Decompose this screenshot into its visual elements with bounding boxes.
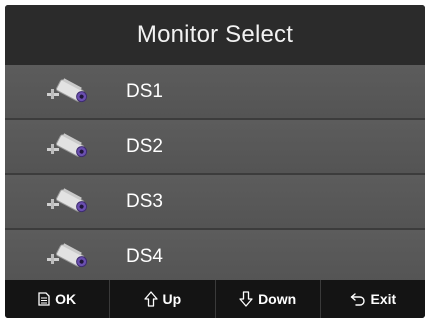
camera-icon (45, 187, 95, 217)
monitor-list: DS1 DS2 DS3 DS4 (5, 65, 425, 283)
monitor-item-ds1[interactable]: DS1 (5, 65, 425, 120)
exit-button[interactable]: Exit (321, 280, 425, 318)
monitor-item-ds3[interactable]: DS3 (5, 175, 425, 230)
down-label: Down (258, 291, 297, 307)
arrow-down-icon (239, 291, 253, 307)
exit-label: Exit (370, 291, 397, 307)
up-label: Up (162, 291, 182, 307)
monitor-label: DS4 (126, 245, 163, 267)
monitor-select-screen: Monitor Select DS1 DS2 DS3 DS4 OK Up Dow… (5, 5, 425, 318)
monitor-item-ds4[interactable]: DS4 (5, 230, 425, 283)
up-button[interactable]: Up (110, 280, 216, 318)
monitor-label: DS2 (126, 135, 163, 157)
document-icon (38, 292, 50, 306)
down-button[interactable]: Down (216, 280, 321, 318)
footer-bar: OK Up Down Exit (5, 280, 425, 318)
camera-icon (45, 77, 95, 107)
camera-icon (45, 242, 95, 272)
arrow-up-icon (143, 291, 158, 307)
camera-icon (45, 132, 95, 162)
monitor-item-ds2[interactable]: DS2 (5, 120, 425, 175)
title-bar: Monitor Select (5, 5, 425, 65)
monitor-label: DS3 (126, 190, 163, 212)
ok-button[interactable]: OK (5, 280, 111, 318)
return-icon (350, 293, 365, 306)
monitor-label: DS1 (126, 80, 163, 102)
ok-label: OK (55, 291, 77, 307)
page-title: Monitor Select (136, 21, 294, 48)
